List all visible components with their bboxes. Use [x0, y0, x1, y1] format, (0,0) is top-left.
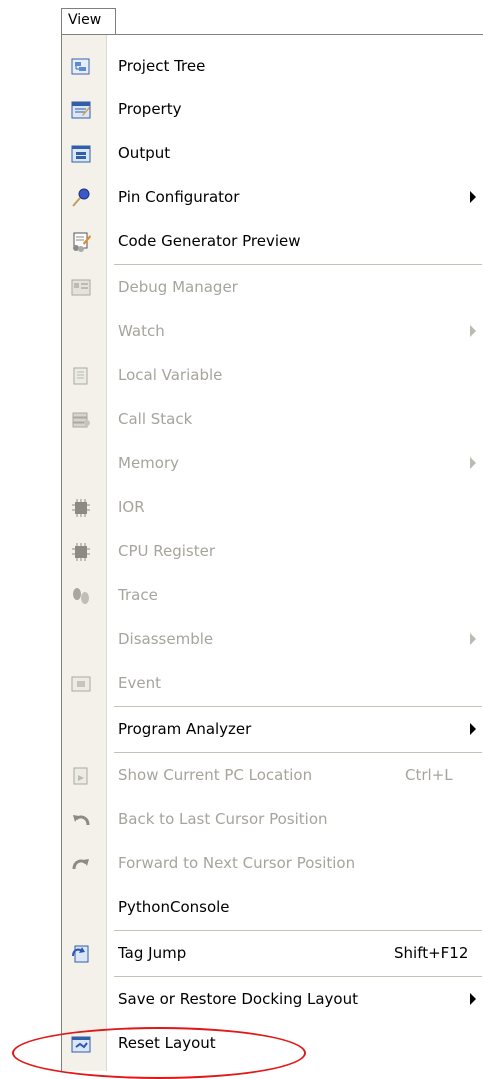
- menu-item-event[interactable]: Event: [62, 662, 482, 706]
- submenu-arrow-icon: [470, 191, 476, 203]
- menu-separator: [114, 706, 482, 707]
- show-pc-icon: [70, 765, 92, 787]
- menu-item-disassemble[interactable]: Disassemble: [62, 618, 482, 662]
- menu-item-cpu-register[interactable]: CPU Register: [62, 530, 482, 574]
- menu-item-watch[interactable]: Watch: [62, 310, 482, 354]
- submenu-arrow-icon: [470, 325, 476, 337]
- menu-item-label: Forward to Next Cursor Position: [118, 854, 356, 872]
- menu-item-debug-manager[interactable]: Debug Manager: [62, 266, 482, 310]
- menu-separator: [114, 264, 482, 265]
- menu-item-label: Trace: [118, 586, 158, 604]
- back-arrow-icon: [70, 809, 92, 831]
- menu-item-label: PythonConsole: [118, 898, 230, 916]
- property-icon: [70, 99, 92, 121]
- submenu-arrow-icon: [470, 993, 476, 1005]
- local-variable-icon: [70, 365, 92, 387]
- view-menu-panel: Project Tree Property Output Pin Configu…: [61, 34, 483, 1071]
- menu-item-label: Disassemble: [118, 630, 214, 648]
- menu-item-label: Property: [118, 100, 182, 118]
- menu-separator: [114, 752, 482, 753]
- pin-configurator-icon: [70, 187, 92, 209]
- menu-item-label: Code Generator Preview: [118, 232, 301, 250]
- menu-item-show-current-pc-location[interactable]: Show Current PC Location Ctrl+L: [62, 754, 482, 798]
- menu-item-label: Save or Restore Docking Layout: [118, 990, 358, 1008]
- menu-item-label: Local Variable: [118, 366, 223, 384]
- project-tree-icon: [70, 56, 92, 78]
- menu-item-save-or-restore-docking-layout[interactable]: Save or Restore Docking Layout: [62, 978, 482, 1022]
- menu-item-label: IOR: [118, 498, 145, 516]
- menu-item-forward-to-next-cursor-position[interactable]: Forward to Next Cursor Position: [62, 842, 482, 886]
- tag-jump-icon: [70, 943, 92, 965]
- debug-manager-icon: [70, 277, 92, 299]
- menu-item-label: Call Stack: [118, 410, 193, 428]
- menu-item-back-to-last-cursor-position[interactable]: Back to Last Cursor Position: [62, 798, 482, 842]
- ior-chip-icon: [70, 497, 92, 519]
- menu-item-tag-jump[interactable]: Tag Jump Shift+F12: [62, 932, 482, 976]
- menu-item-output[interactable]: Output: [62, 132, 482, 176]
- code-generator-icon: [70, 231, 92, 253]
- forward-arrow-icon: [70, 853, 92, 875]
- menu-item-label: Event: [118, 674, 161, 692]
- menu-item-label: Project Tree: [118, 57, 206, 75]
- submenu-arrow-icon: [470, 457, 476, 469]
- menu-item-call-stack[interactable]: Call Stack: [62, 398, 482, 442]
- menu-item-label: Debug Manager: [118, 278, 238, 296]
- menu-item-python-console[interactable]: PythonConsole: [62, 886, 482, 930]
- menu-item-label: CPU Register: [118, 542, 216, 560]
- menu-item-label: Show Current PC Location: [118, 766, 313, 784]
- highlight-circle: [12, 1027, 306, 1079]
- menu-item-label: Memory: [118, 454, 180, 472]
- menu-item-label: Output: [118, 144, 171, 162]
- menu-item-ior[interactable]: IOR: [62, 486, 482, 530]
- menu-title-view[interactable]: View: [61, 8, 116, 35]
- menu-item-program-analyzer[interactable]: Program Analyzer: [62, 708, 482, 752]
- menu-item-project-tree[interactable]: Project Tree: [62, 45, 482, 89]
- output-icon: [70, 143, 92, 165]
- trace-icon: [70, 585, 92, 607]
- menu-item-code-generator-preview[interactable]: Code Generator Preview: [62, 220, 482, 264]
- call-stack-icon: [70, 409, 92, 431]
- menu-item-shortcut: Ctrl+L: [405, 766, 453, 784]
- menu-item-shortcut: Shift+F12: [394, 944, 469, 962]
- menu-item-label: Pin Configurator: [118, 188, 240, 206]
- menu-item-label: Tag Jump: [118, 944, 187, 962]
- menu-item-memory[interactable]: Memory: [62, 442, 482, 486]
- menu-item-label: Back to Last Cursor Position: [118, 810, 328, 828]
- event-icon: [70, 673, 92, 695]
- submenu-arrow-icon: [470, 723, 476, 735]
- menu-item-trace[interactable]: Trace: [62, 574, 482, 618]
- menu-separator: [114, 930, 482, 931]
- submenu-arrow-icon: [470, 633, 476, 645]
- menu-item-local-variable[interactable]: Local Variable: [62, 354, 482, 398]
- cpu-register-chip-icon: [70, 541, 92, 563]
- menu-separator: [114, 976, 482, 977]
- menu-item-label: Program Analyzer: [118, 720, 252, 738]
- menu-item-property[interactable]: Property: [62, 88, 482, 132]
- menu-item-label: Watch: [118, 322, 165, 340]
- menu-item-pin-configurator[interactable]: Pin Configurator: [62, 176, 482, 220]
